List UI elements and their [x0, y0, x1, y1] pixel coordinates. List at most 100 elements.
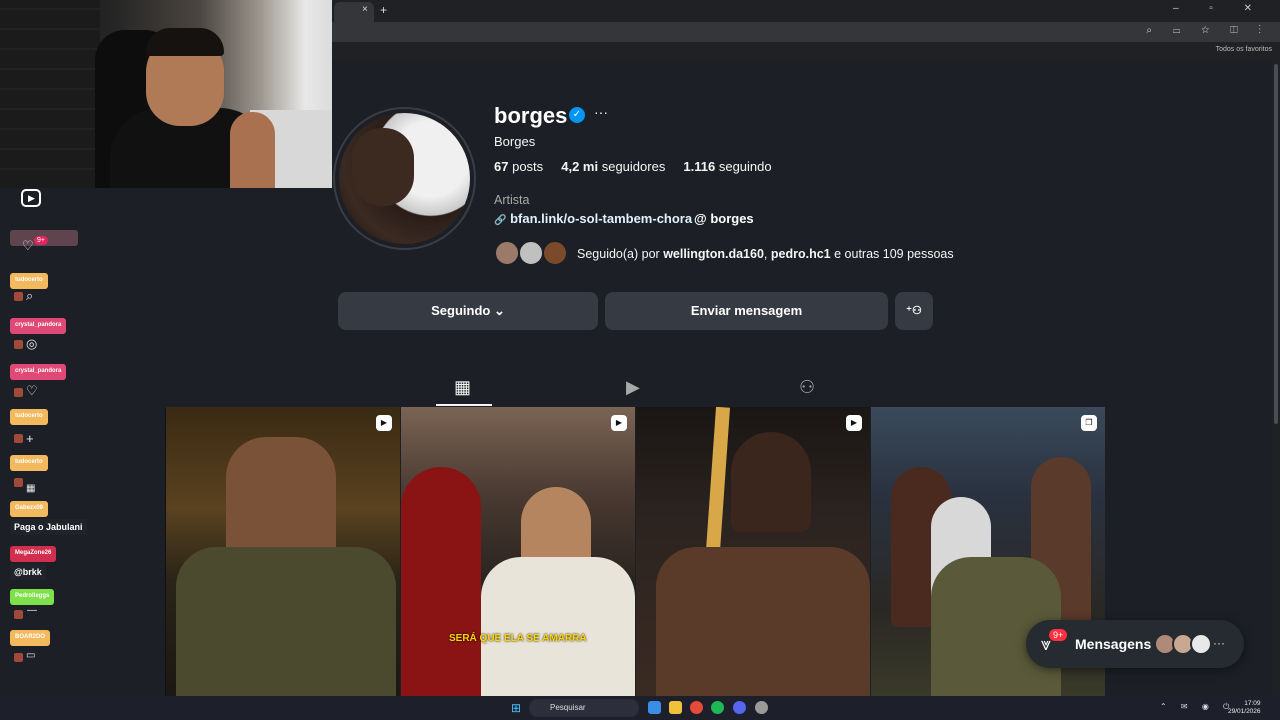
bookmarks-bar — [330, 42, 1280, 60]
discord-icon[interactable] — [733, 701, 746, 714]
profile-stats: 67 posts 4,2 mi seguidores 1.116 seguind… — [494, 159, 772, 174]
posts-grid-icon[interactable]: ▦ — [454, 377, 471, 398]
system-tray-icons[interactable]: ⌃ ✉ ◉ ⏻ — [1160, 702, 1235, 712]
browser-tab[interactable] — [334, 2, 374, 22]
followed-by-text[interactable]: Seguido(a) por wellington.da160, pedro.h… — [577, 247, 954, 261]
posts-count: 67 — [494, 159, 509, 174]
followers-label: seguidores — [601, 159, 666, 174]
start-icon[interactable]: ⊞ — [511, 701, 521, 715]
threads-link[interactable]: @ borges — [694, 211, 754, 226]
search-icon: ⌕ — [26, 288, 34, 303]
chat-user-avatar — [14, 434, 23, 443]
reel-icon: ▶ — [846, 415, 862, 431]
taskbar-clock[interactable]: 17:09 29/01/2026 — [1228, 700, 1261, 716]
post-thumbnail[interactable]: ▶ — [401, 407, 635, 696]
taskbar — [0, 696, 1280, 720]
link-icon: 🔗 — [494, 215, 507, 226]
post-figure-left — [401, 467, 481, 696]
messages-badge: 9+ — [1049, 629, 1068, 641]
followed-by-prefix: Seguido(a) por — [577, 247, 660, 261]
posts-label: posts — [512, 159, 544, 174]
profile-link[interactable]: 🔗 bfan.link/o-sol-tambem-chora — [494, 211, 692, 226]
more-icon[interactable]: ··· — [1213, 636, 1225, 650]
tagged-icon[interactable]: ⚇ — [799, 377, 815, 398]
suggest-accounts-icon[interactable]: ⁺⚇ — [895, 292, 933, 330]
chrome-icon[interactable] — [690, 701, 703, 714]
more-options-icon[interactable]: ··· — [594, 104, 608, 120]
scrollbar-thumb[interactable] — [1274, 64, 1278, 424]
avatar — [494, 240, 520, 266]
address-bar[interactable] — [330, 22, 1280, 42]
profile-username: borges — [494, 103, 568, 128]
followed-by-user[interactable]: pedro.hc1 — [771, 247, 831, 261]
chat-user-tag: Pedrolleggs — [10, 589, 55, 605]
chat-user-avatar — [14, 653, 23, 662]
new-tab-icon[interactable]: + — [380, 3, 387, 17]
browser-tab-bar — [330, 0, 1280, 22]
profile-category: Artista — [494, 193, 530, 207]
following-count: 1.116 — [683, 159, 716, 174]
following-stat[interactable]: 1.116 seguindo — [683, 159, 771, 174]
posts-stat: 67 posts — [494, 159, 543, 174]
webcam-person-arm — [230, 112, 275, 188]
profile-avatar-face — [352, 128, 414, 206]
post-figure-body — [176, 547, 396, 696]
close-tab-icon[interactable]: × — [362, 4, 368, 15]
chat-badge: 9+ — [34, 236, 48, 245]
chat-user-tag: MegaZone26 — [10, 546, 57, 562]
page-left-area — [0, 188, 165, 696]
following-label: seguindo — [718, 159, 772, 174]
create-icon: + — [26, 431, 34, 446]
followed-by-suffix: e outras 109 pessoas — [834, 247, 954, 261]
followed-by-separator: , — [763, 247, 768, 261]
chat-user-avatar — [14, 478, 23, 487]
chat-user-tag: crystal_pandora — [10, 318, 67, 334]
dashboard-icon: ▦ — [26, 483, 36, 494]
taskview-icon[interactable] — [648, 701, 661, 714]
chat-message: Paga o Jabulani — [10, 519, 87, 535]
reel-icon: ▶ — [611, 415, 627, 431]
page-left-area-upper — [165, 188, 330, 408]
file-explorer-icon[interactable] — [669, 701, 682, 714]
chat-user-avatar — [14, 340, 23, 349]
post-figure-body — [656, 547, 870, 696]
post-figure-body — [481, 557, 635, 696]
threads-icon: — — [27, 605, 37, 616]
clock-date: 29/01/2026 — [1228, 708, 1261, 715]
webcam-wall — [0, 0, 100, 188]
active-tab-indicator — [436, 404, 492, 406]
threads-handle[interactable]: borges — [710, 211, 753, 226]
chat-user-tag: tudocerto — [10, 273, 48, 289]
taskbar-search-placeholder[interactable]: Pesquisar — [550, 703, 586, 712]
followed-by-user[interactable]: wellington.da160 — [663, 247, 764, 261]
play-icon: ▶ — [21, 189, 41, 207]
profile-link-text[interactable]: bfan.link/o-sol-tambem-chora — [510, 211, 692, 226]
chat-user-tag: BOAR2DO — [10, 630, 51, 646]
following-button[interactable]: Seguindo ⌄ — [338, 292, 598, 330]
avatar — [542, 240, 568, 266]
messages-label[interactable]: Mensagens — [1075, 636, 1151, 652]
explore-icon: ◎ — [26, 336, 38, 351]
clock-time: 17:09 — [1244, 700, 1261, 707]
carousel-icon: ❐ — [1081, 415, 1097, 431]
chat-user-tag: crystal_pandora — [10, 364, 67, 380]
window-controls[interactable]: – ▫ ✕ — [1173, 3, 1266, 14]
heart-icon: ♡ — [22, 238, 34, 253]
post-thumbnail[interactable]: ▶ — [166, 407, 400, 696]
all-bookmarks-link[interactable]: Todos os favoritos — [1216, 46, 1272, 53]
send-message-button[interactable]: Enviar mensagem — [605, 292, 888, 330]
app-icon[interactable] — [755, 701, 768, 714]
spotify-icon[interactable] — [711, 701, 724, 714]
post-thumbnail[interactable]: ▶ — [636, 407, 870, 696]
reels-icon[interactable]: ▶ — [626, 377, 640, 398]
profile-full-name: Borges — [494, 134, 536, 149]
webcam-person-hair — [146, 28, 224, 56]
chat-user-tag: tudocerto — [10, 409, 48, 425]
chat-user-avatar — [14, 610, 23, 619]
chat-message: @brkk — [10, 564, 46, 580]
post-caption-overlay: SERÁ QUE ELA SE AMARRA — [449, 633, 587, 644]
post-figure-head — [731, 432, 811, 532]
chat-user-avatar — [14, 388, 23, 397]
followers-stat[interactable]: 4,2 mi seguidores — [561, 159, 665, 174]
toolbar-icons[interactable]: ⌕ ▭ ☆ ◫ ⋮ — [1146, 25, 1270, 36]
